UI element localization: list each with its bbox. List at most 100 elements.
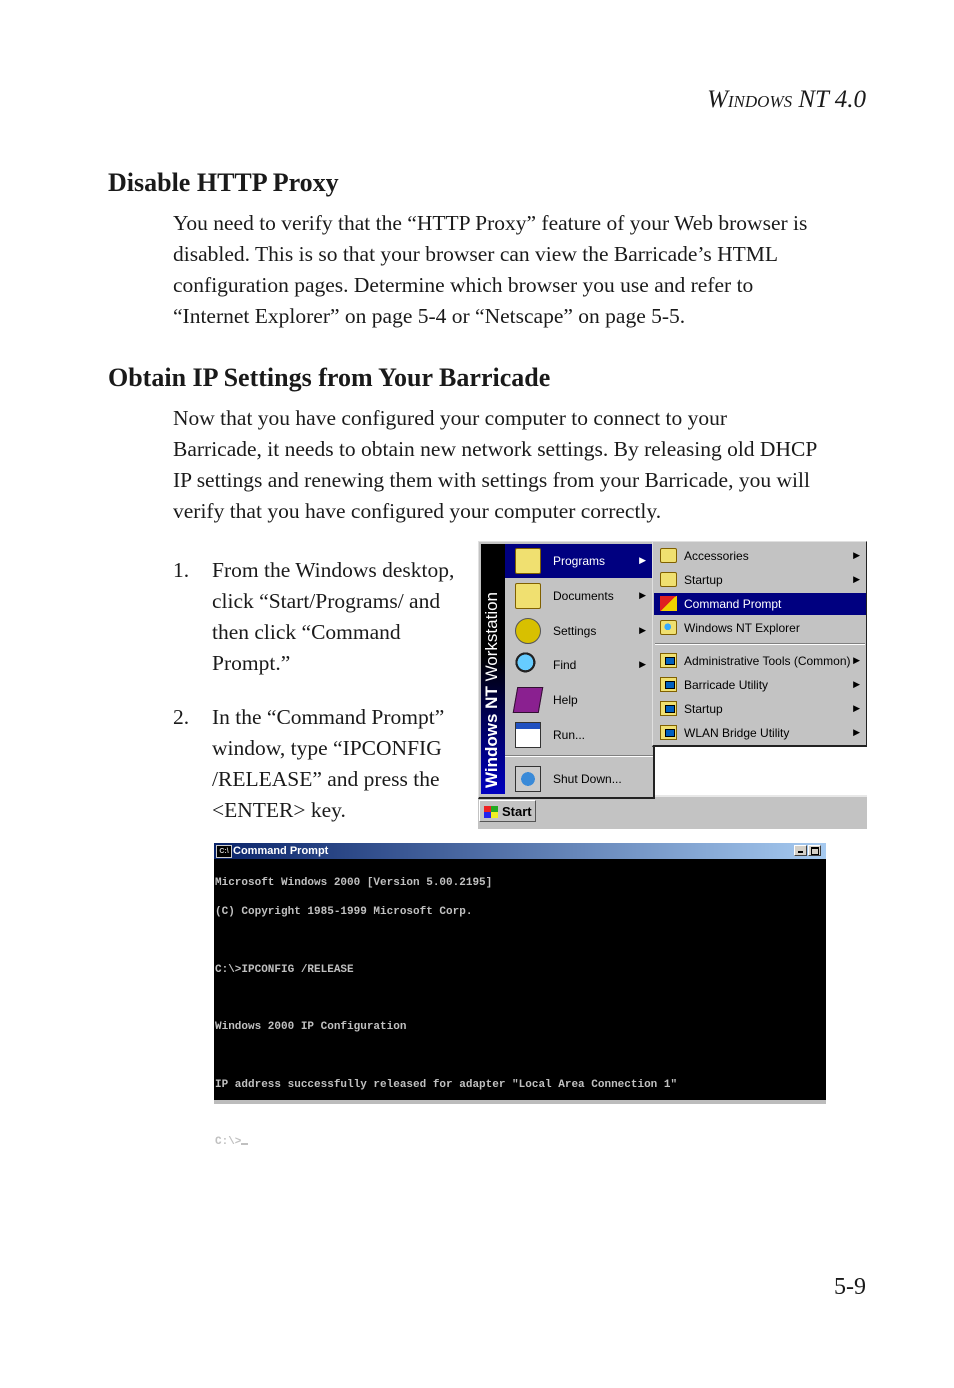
documents-icon [515, 583, 541, 609]
text-line: /RELEASE” and press the [212, 767, 440, 791]
running-head-rest: NT 4.0 [792, 86, 866, 113]
submenu-arrow-icon: ▶ [853, 574, 860, 584]
text-line: then click “Command [212, 620, 401, 644]
running-head-initial: W [707, 86, 728, 113]
text-cursor [241, 1143, 249, 1146]
common-group-icon [660, 677, 677, 692]
program-group-icon [660, 548, 677, 563]
console-line: IP address successfully released for ada… [215, 1078, 678, 1091]
start-button-label: Start [502, 804, 532, 819]
start-menu: Windows NT Workstation Programs ▶ Docume… [478, 541, 655, 799]
text-line: Barricade, it needs to obtain new networ… [173, 437, 818, 461]
text-line: Now that you have configured your comput… [173, 406, 728, 430]
maximize-button[interactable] [808, 845, 821, 856]
text-line: From the Windows desktop, [212, 558, 455, 582]
menu-item-documents[interactable]: Documents ▶ [505, 579, 652, 613]
start-button[interactable]: Start [479, 800, 536, 822]
submenu-arrow-icon: ▶ [639, 590, 646, 600]
menu-item-run[interactable]: Run... [505, 718, 652, 752]
minimize-button[interactable] [794, 845, 807, 856]
submenu-item-nt-explorer[interactable]: Windows NT Explorer [654, 617, 866, 639]
title-bar: C:\ Command Prompt [214, 843, 826, 859]
menu-item-help[interactable]: Help [505, 683, 652, 717]
text-line: You need to verify that the “HTTP Proxy”… [173, 211, 808, 235]
submenu-arrow-icon: ▶ [853, 550, 860, 560]
submenu-item-wlan-bridge-utility[interactable]: WLAN Bridge Utility ▶ [654, 722, 866, 744]
paragraph-obtain-ip: Now that you have configured your comput… [173, 403, 873, 527]
console-line: Windows 2000 IP Configuration [215, 1021, 407, 1034]
start-menu-banner: Windows NT Workstation [481, 544, 505, 794]
console-output: Microsoft Windows 2000 [Version 5.00.219… [215, 860, 677, 1167]
submenu-arrow-icon: ▶ [853, 727, 860, 737]
submenu-item-label: Windows NT Explorer [684, 621, 800, 635]
menu-item-label: Settings [553, 624, 597, 638]
menu-item-label: Help [553, 693, 578, 707]
console-line: Microsoft Windows 2000 [Version 5.00.219… [215, 877, 493, 890]
menu-item-programs[interactable]: Programs ▶ [505, 544, 652, 578]
step-number: 2. [173, 705, 190, 729]
run-icon [515, 722, 541, 748]
msdos-icon [660, 596, 677, 611]
section-heading-obtain-ip: Obtain IP Settings from Your Barricade [108, 363, 551, 392]
submenu-arrow-icon: ▶ [639, 555, 646, 565]
submenu-item-accessories[interactable]: Accessories ▶ [654, 545, 866, 567]
text-line: configuration pages. Determine which bro… [173, 273, 754, 297]
menu-item-settings[interactable]: Settings ▶ [505, 614, 652, 648]
step-text: In the “Command Prompt” window, type “IP… [212, 702, 474, 826]
common-group-icon [660, 653, 677, 668]
help-icon [512, 687, 544, 713]
text-line: “Internet Explorer” on page 5-4 or “Nets… [173, 304, 686, 328]
menu-item-label: Programs [553, 554, 606, 568]
paragraph-disable-proxy: You need to verify that the “HTTP Proxy”… [173, 208, 873, 332]
menu-separator [505, 755, 653, 757]
text-line: IP settings and renewing them with setti… [173, 468, 810, 492]
common-group-icon [660, 701, 677, 716]
step-number: 1. [173, 558, 190, 582]
taskbar: Start [478, 795, 867, 829]
console-line: C:\>IPCONFIG /RELEASE [215, 963, 354, 976]
find-icon [515, 652, 541, 678]
text-line: Prompt.” [212, 651, 291, 675]
submenu-item-label: Accessories [684, 549, 749, 563]
submenu-arrow-icon: ▶ [853, 703, 860, 713]
banner-light-text: Workstation [482, 591, 501, 687]
submenu-item-label: Startup [684, 573, 723, 587]
text-line: disabled. This is so that your browser c… [173, 242, 779, 266]
text-line: window, type “IPCONFIG [212, 736, 442, 760]
submenu-item-command-prompt[interactable]: Command Prompt [654, 593, 866, 615]
page-number: 5-9 [834, 1274, 866, 1300]
program-group-icon [660, 572, 677, 587]
section-heading-disable-proxy: Disable HTTP Proxy [108, 168, 339, 197]
submenu-item-label: WLAN Bridge Utility [684, 726, 790, 740]
running-head: WINDOWS NT 4.0 [707, 86, 866, 114]
prompt-line: C:\> [215, 1136, 677, 1149]
menu-item-shut-down[interactable]: Shut Down... [505, 762, 652, 796]
submenu-arrow-icon: ▶ [853, 655, 860, 665]
prompt-text: C:\> [215, 1136, 242, 1149]
submenu-item-barricade-utility[interactable]: Barricade Utility ▶ [654, 674, 866, 696]
windows-logo-icon [484, 806, 498, 818]
submenu-arrow-icon: ▶ [639, 625, 646, 635]
submenu-item-label: Startup [684, 702, 723, 716]
command-prompt-window: C:\ Command Prompt Microsoft Windows 200… [214, 843, 826, 1148]
explorer-icon [660, 620, 677, 635]
submenu-arrow-icon: ▶ [853, 679, 860, 689]
menu-item-find[interactable]: Find ▶ [505, 648, 652, 682]
menu-item-label: Documents [553, 589, 614, 603]
menu-item-label: Shut Down... [553, 772, 622, 786]
submenu-item-admin-tools[interactable]: Administrative Tools (Common) ▶ [654, 650, 866, 672]
console-icon: C:\ [216, 845, 232, 858]
submenu-item-label: Command Prompt [684, 597, 782, 611]
console-line: (C) Copyright 1985-1999 Microsoft Corp. [215, 905, 473, 918]
shutdown-icon [515, 766, 541, 792]
submenu-item-startup-common[interactable]: Startup ▶ [654, 698, 866, 720]
text-line: <ENTER> key. [212, 798, 346, 822]
text-line: verify that you have configured your com… [173, 499, 662, 523]
submenu-item-startup[interactable]: Startup ▶ [654, 569, 866, 591]
menu-item-label: Run... [553, 728, 586, 742]
submenu-arrow-icon: ▶ [639, 659, 646, 669]
menu-item-label: Find [553, 658, 577, 672]
